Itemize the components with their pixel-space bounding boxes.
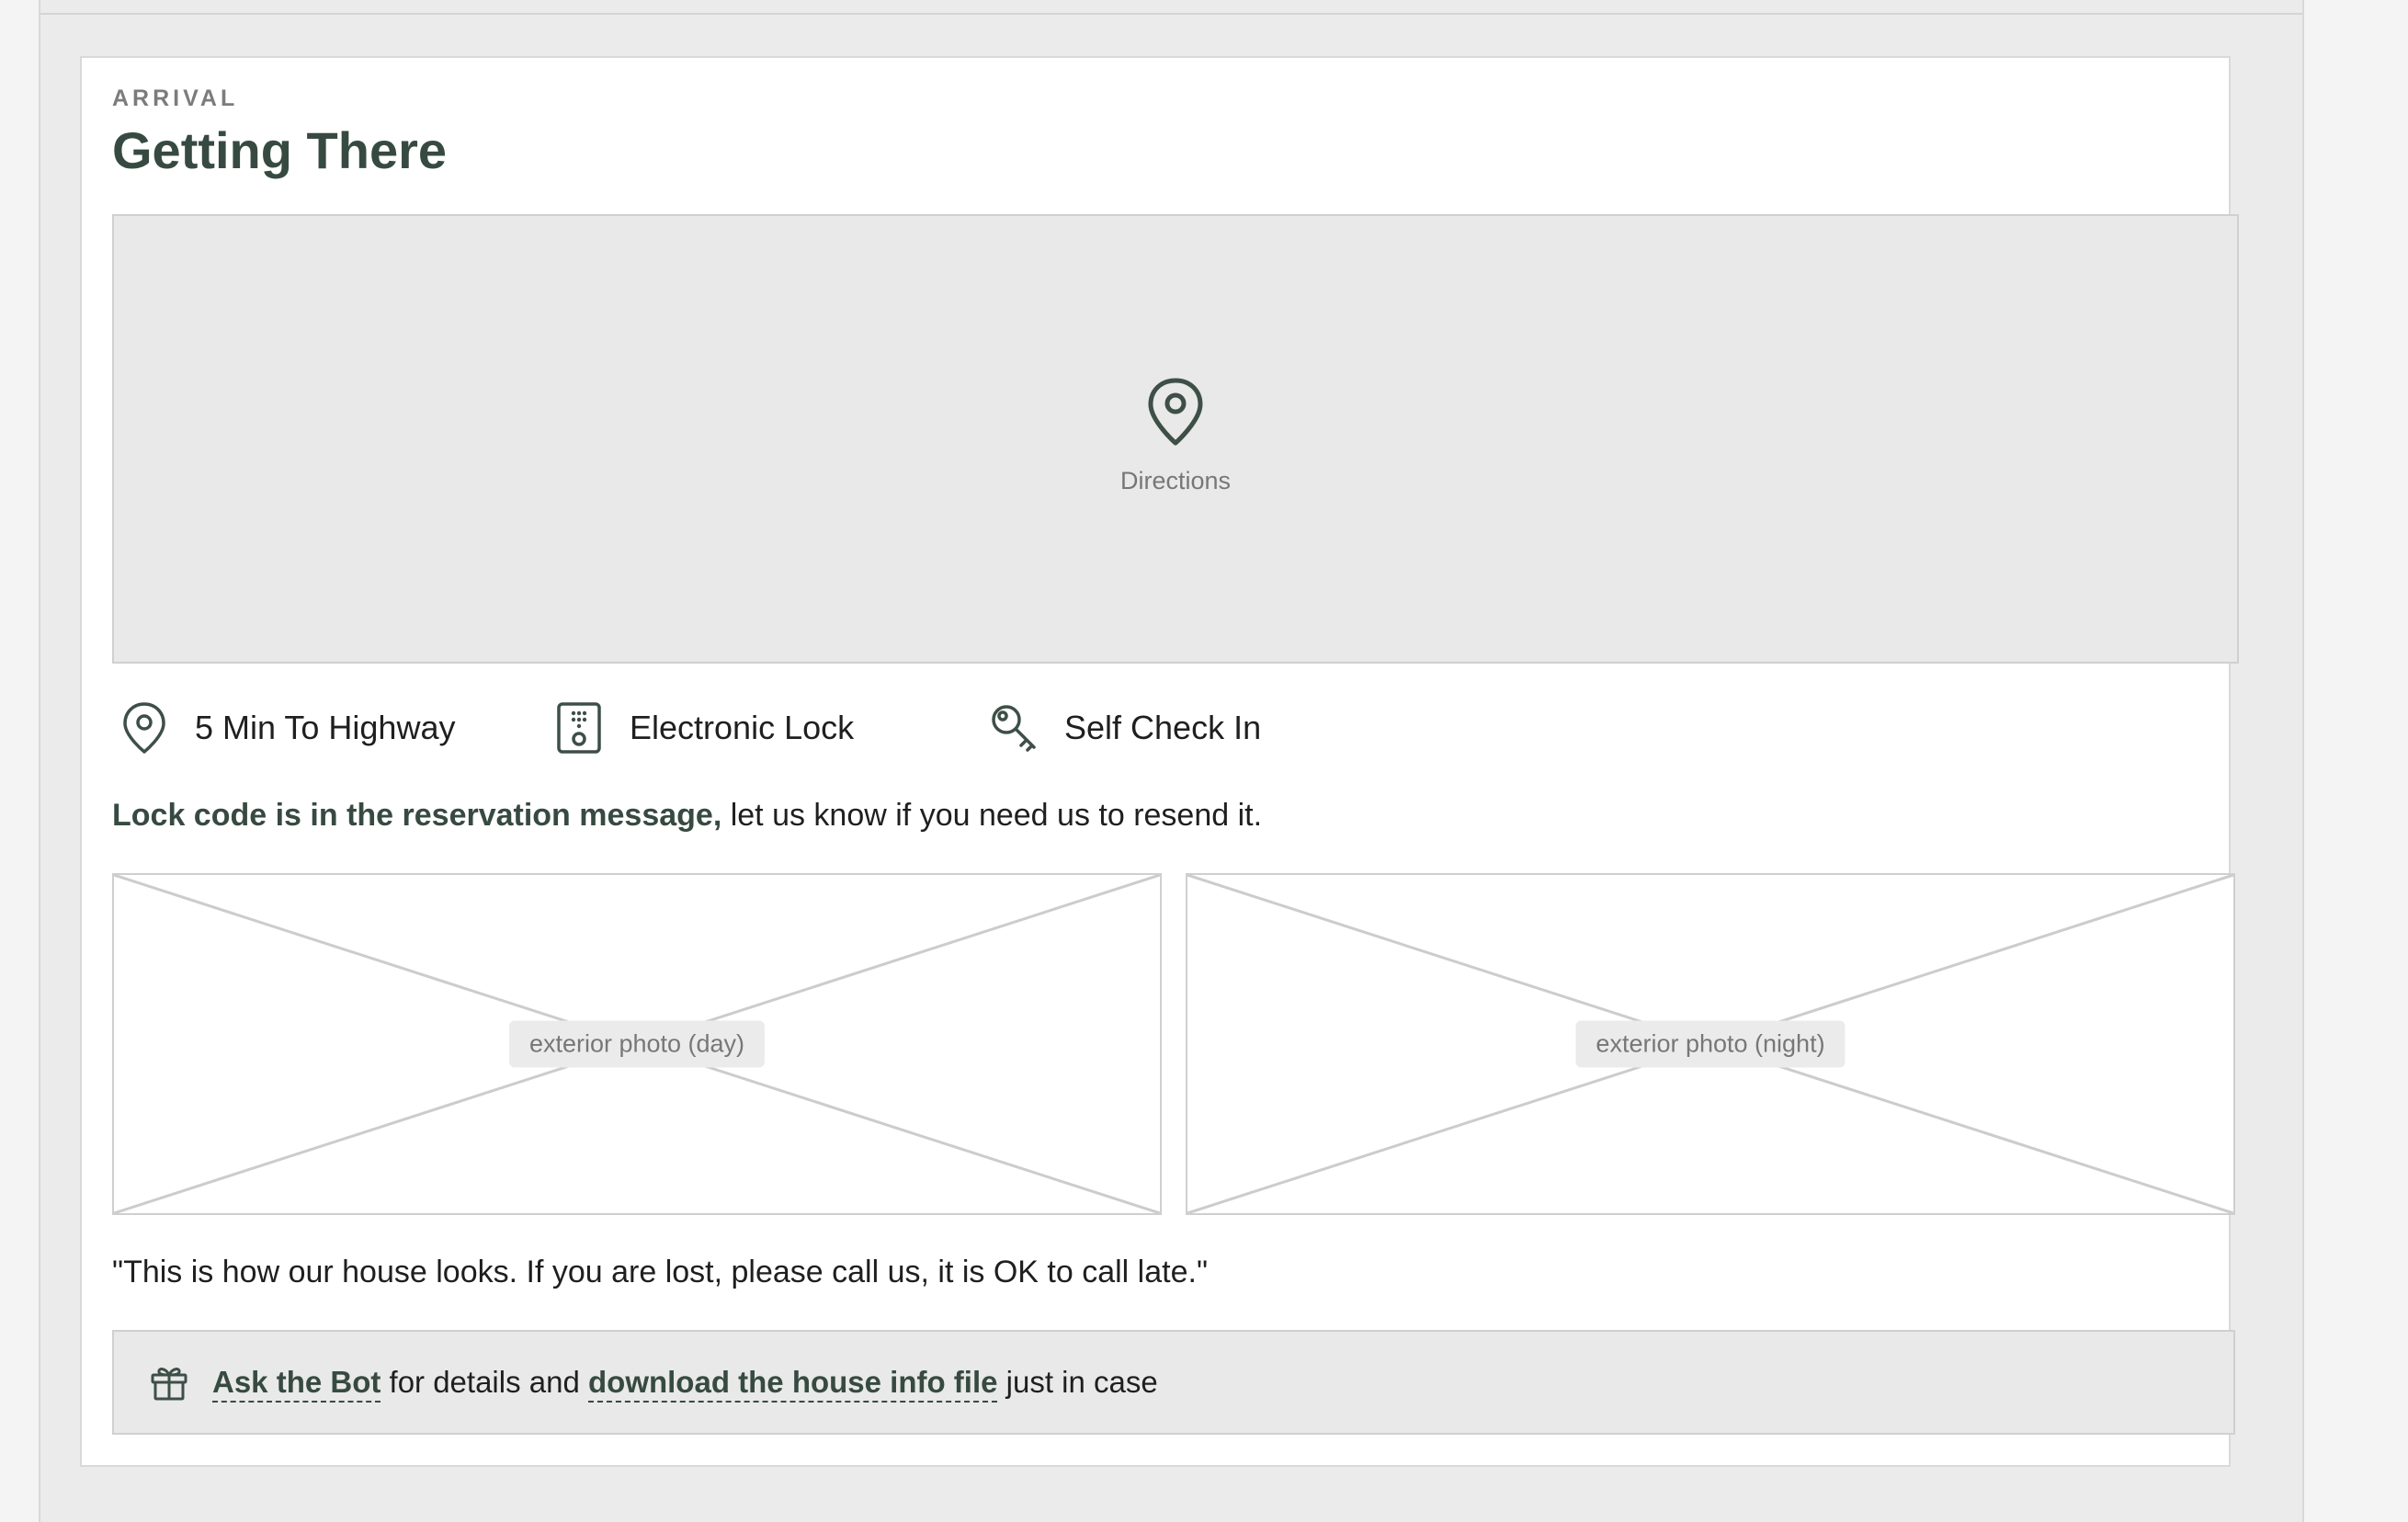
page-container: ARRIVAL Getting There Directions 5 Min T… (39, 0, 2304, 1522)
map-pin-icon (123, 702, 165, 754)
key-icon (992, 705, 1036, 752)
directions-label: Directions (1119, 467, 1232, 494)
map-center: Directions (1120, 377, 1231, 495)
arrival-card: ARRIVAL Getting There Directions 5 Min T… (80, 56, 2239, 1467)
host-quote: "This is how our house looks. If you are… (112, 1255, 1209, 1289)
help-text-part: for details and (381, 1365, 588, 1399)
divider (40, 13, 2302, 15)
photo-label: exterior photo (night) (1575, 1020, 1846, 1068)
map-pin-icon (1148, 378, 1203, 446)
download-house-info-link[interactable]: download the house info file (588, 1365, 998, 1403)
lock-note-text: let us know if you need us to resend it. (721, 798, 1263, 833)
lock-note-bold: Lock code is in the reservation message, (112, 798, 722, 833)
feature-highway: 5 Min To Highway (119, 701, 553, 755)
exterior-photo-night: exterior photo (night) (1186, 873, 2235, 1215)
lock-code-note: Lock code is in the reservation message,… (112, 798, 1262, 834)
feature-label: 5 Min To Highway (195, 709, 456, 746)
help-text-part: just in case (997, 1365, 1158, 1399)
section-eyebrow: ARRIVAL (112, 85, 239, 111)
photo-label: exterior photo (day) (508, 1020, 766, 1068)
exterior-photo-day: exterior photo (day) (112, 873, 1162, 1215)
ask-the-bot-link[interactable]: Ask the Bot (212, 1365, 381, 1403)
feature-label: Self Check In (1064, 709, 1262, 746)
feature-self-check-in: Self Check In (988, 701, 1261, 755)
feature-list: 5 Min To Highway Electronic Lock Self Ch… (119, 701, 1261, 755)
section-title: Getting There (112, 121, 448, 179)
help-text: Ask the Bot for details and download the… (212, 1365, 1158, 1403)
directions-map[interactable]: Directions (112, 214, 2239, 664)
feature-label: Electronic Lock (630, 709, 855, 746)
keypad-lock-icon (557, 702, 601, 754)
gift-icon (151, 1368, 187, 1401)
feature-electronic-lock: Electronic Lock (553, 701, 988, 755)
help-banner: Ask the Bot for details and download the… (112, 1330, 2235, 1435)
